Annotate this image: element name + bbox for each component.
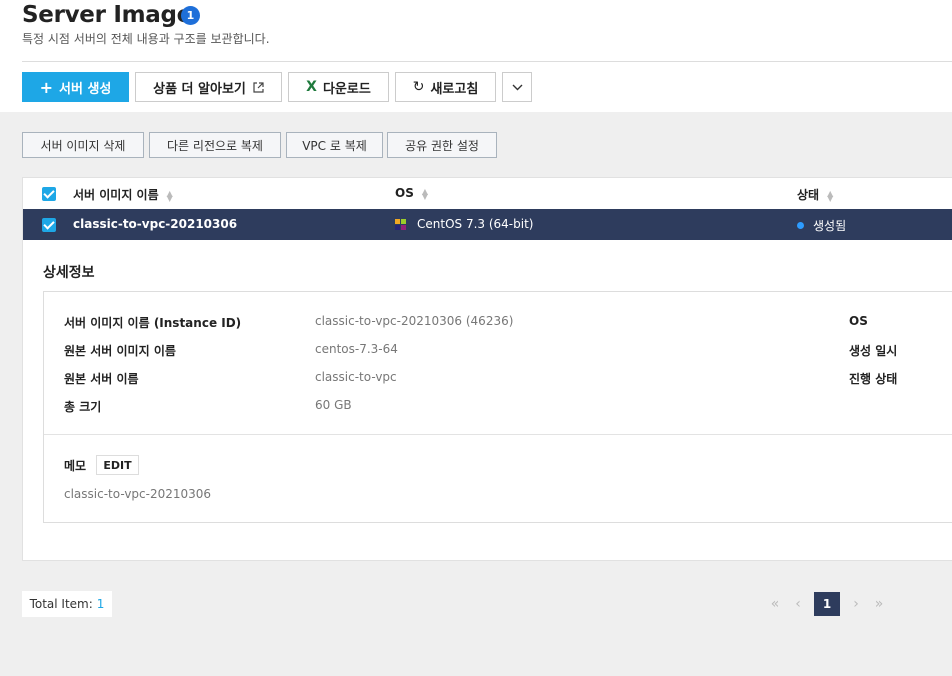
table-header: 서버 이미지 이름 ▲ ▼ OS ▲ ▼ 상태 ▲ ▼ [23, 178, 952, 209]
row-status: 생성됨 [813, 219, 847, 233]
memo-label: 메모 [64, 459, 87, 473]
sort-icon: ▲ ▼ [827, 188, 834, 203]
next-page-icon[interactable]: › [848, 592, 864, 616]
table-row[interactable]: classic-to-vpc-20210306 CentOS 7.3 (64-b… [23, 209, 952, 240]
field-label-created: 생성 일시 [849, 344, 898, 358]
learn-more-button[interactable]: 상품 더 알아보기 [135, 72, 282, 102]
field-label: 서버 이미지 이름 (Instance ID) [64, 316, 242, 330]
field-label: 원본 서버 이름 [64, 372, 139, 386]
column-header-status[interactable]: 상태 ▲ ▼ [797, 186, 833, 203]
first-page-icon[interactable]: « [766, 592, 784, 616]
count-badge: 1 [181, 6, 200, 25]
field-value: centos-7.3-64 [315, 342, 398, 356]
column-header-os[interactable]: OS ▲ ▼ [395, 186, 428, 200]
select-all-checkbox[interactable] [42, 187, 56, 201]
download-label: 다운로드 [322, 81, 371, 97]
row-checkbox[interactable] [42, 218, 56, 232]
row-os: CentOS 7.3 (64-bit) [417, 217, 534, 231]
header-divider [22, 61, 952, 62]
detail-box: 서버 이미지 이름 (Instance ID) classic-to-vpc-2… [43, 291, 952, 523]
refresh-button[interactable]: ↻ 새로고침 [395, 72, 496, 102]
learn-more-label: 상품 더 알아보기 [153, 81, 246, 97]
excel-icon: X [306, 79, 317, 95]
field-label-os: OS [849, 314, 868, 328]
copy-vpc-button[interactable]: VPC 로 복제 [286, 132, 383, 158]
memo-value: classic-to-vpc-20210306 [64, 487, 212, 501]
field-label: 총 크기 [64, 400, 102, 414]
refresh-icon: ↻ [412, 79, 425, 95]
field-label: 원본 서버 이미지 이름 [64, 344, 176, 358]
sort-icon: ▲ ▼ [421, 186, 428, 201]
create-server-button[interactable]: + 서버 생성 [22, 72, 129, 102]
more-dropdown-button[interactable] [502, 72, 532, 102]
external-link-icon [253, 81, 264, 93]
detail-divider [44, 434, 952, 435]
field-value: 60 GB [315, 398, 352, 412]
share-permission-button[interactable]: 공유 권한 설정 [387, 132, 497, 158]
centos-icon [395, 219, 406, 230]
field-value: classic-to-vpc-20210306 (46236) [315, 314, 514, 328]
total-count: 1 [96, 597, 105, 611]
download-button[interactable]: X 다운로드 [288, 72, 389, 102]
status-dot-icon [797, 222, 804, 229]
image-list-panel: 서버 이미지 이름 ▲ ▼ OS ▲ ▼ 상태 ▲ ▼ classic-to-vpc-202… [22, 177, 952, 561]
sort-icon: ▲ ▼ [166, 188, 173, 203]
total-items: Total Item: 1 [22, 591, 112, 617]
chevron-down-icon [512, 84, 522, 90]
page-subtitle: 특정 시점 서버의 전체 내용과 구조를 보관합니다. [22, 32, 270, 46]
page-title: Server Image [22, 2, 192, 28]
delete-image-button[interactable]: 서버 이미지 삭제 [22, 132, 144, 158]
detail-section-title: 상세정보 [43, 265, 95, 281]
plus-icon: + [39, 77, 54, 97]
memo-edit-button[interactable]: EDIT [96, 455, 139, 475]
create-server-label: 서버 생성 [59, 81, 112, 97]
prev-page-icon[interactable]: ‹ [790, 592, 806, 616]
column-header-name[interactable]: 서버 이미지 이름 ▲ ▼ [73, 186, 173, 203]
refresh-label: 새로고침 [430, 81, 479, 97]
last-page-icon[interactable]: » [870, 592, 888, 616]
field-value: classic-to-vpc [315, 370, 397, 384]
copy-region-button[interactable]: 다른 리전으로 복제 [149, 132, 281, 158]
page-header: Server Image 1 특정 시점 서버의 전체 내용과 구조를 보관합니… [0, 0, 952, 112]
field-label-progress: 진행 상태 [849, 372, 898, 386]
page-number-current[interactable]: 1 [814, 592, 840, 616]
row-image-name: classic-to-vpc-20210306 [73, 217, 238, 231]
